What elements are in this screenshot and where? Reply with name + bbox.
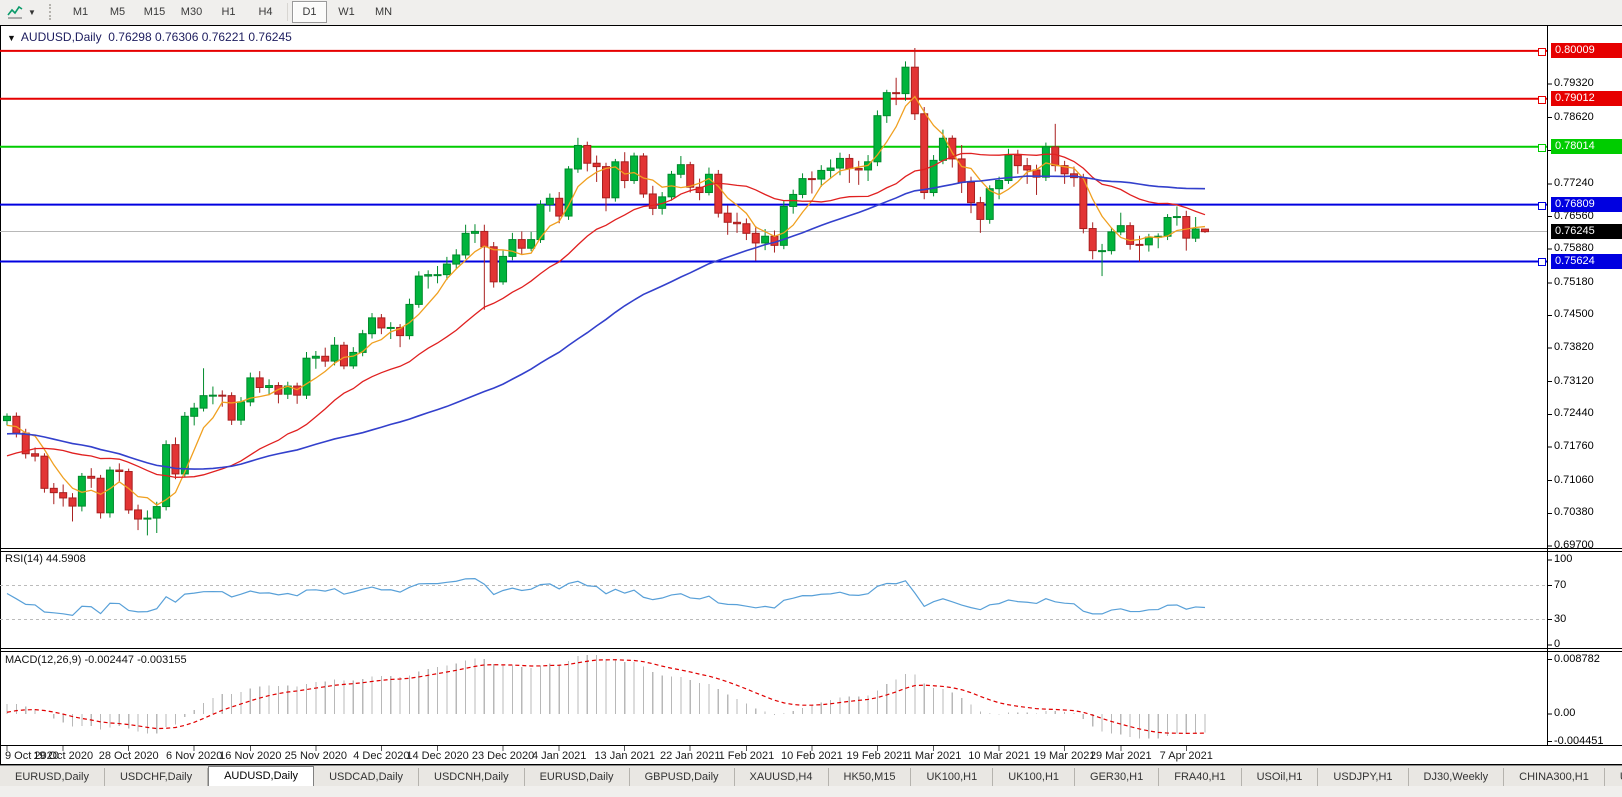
date-tick-label: 16 Nov 2020 [219, 750, 281, 762]
date-tick-label: 13 Jan 2021 [594, 750, 655, 762]
chart-tab-china300-h1[interactable]: CHINA300,H1 [1504, 768, 1605, 787]
chart-tab-ger30-h1[interactable]: GER30,H1 [1075, 768, 1159, 787]
chart-tab-dj30-weekly[interactable]: DJ30,Weekly [1409, 768, 1505, 787]
hline-price-badge[interactable]: 0.76809 [1551, 197, 1622, 212]
date-tick-label: 4 Dec 2020 [353, 750, 409, 762]
date-tick-label: 1 Feb 2021 [719, 750, 775, 762]
rsi-tick-label: 30 [1554, 613, 1566, 625]
price-tick-label: 0.74500 [1554, 308, 1594, 320]
date-tick-label: 10 Mar 2021 [968, 750, 1030, 762]
chart-tab-u[interactable]: U [1605, 768, 1622, 787]
price-tick-label: 0.70380 [1554, 506, 1594, 518]
date-tick-label: 7 Apr 2021 [1160, 750, 1213, 762]
chart-tab-uk100-h1[interactable]: UK100,H1 [911, 768, 993, 787]
chart-tab-eurusd-daily[interactable]: EURUSD,Daily [525, 768, 630, 787]
bottom-filler [0, 786, 1622, 797]
chart-tab-hk50-m15[interactable]: HK50,M15 [829, 768, 912, 787]
hline-price-badge[interactable]: 0.75624 [1551, 254, 1622, 269]
chart-tab-uk100-h1[interactable]: UK100,H1 [993, 768, 1075, 787]
date-tick-label: 19 Feb 2021 [847, 750, 909, 762]
price-tick-label: 0.73120 [1554, 375, 1594, 387]
price-tick-label: 0.77240 [1554, 177, 1594, 189]
chart-tab-eurusd-daily[interactable]: EURUSD,Daily [0, 768, 105, 787]
chart-tab-gbpusd-daily[interactable]: GBPUSD,Daily [630, 768, 735, 787]
hline-price-badge[interactable]: 0.78014 [1551, 139, 1622, 154]
chart-tab-usoil-h1[interactable]: USOil,H1 [1242, 768, 1319, 787]
chart-canvas[interactable] [0, 0, 1622, 797]
chart-tab-usdjpy-h1[interactable]: USDJPY,H1 [1318, 768, 1408, 787]
hline-anchor [1538, 144, 1546, 152]
chart-tab-bar: EURUSD,DailyUSDCHF,DailyAUDUSD,DailyUSDC… [0, 765, 1622, 787]
macd-indicator-label: MACD(12,26,9) -0.002447 -0.003155 [5, 654, 187, 666]
chart-tab-usdcnh-daily[interactable]: USDCNH,Daily [419, 768, 525, 787]
date-tick-label: 28 Oct 2020 [99, 750, 159, 762]
chart-ohlc-values: 0.76298 0.76306 0.76221 0.76245 [108, 30, 292, 44]
price-tick-label: 0.69700 [1554, 539, 1594, 551]
hline-anchor [1538, 258, 1546, 266]
price-tick-label: 0.79320 [1554, 77, 1594, 89]
price-tick-label: 0.75180 [1554, 276, 1594, 288]
date-tick-label: 23 Dec 2020 [472, 750, 534, 762]
macd-tick-label: 0.00 [1554, 707, 1575, 719]
date-tick-label: 14 Dec 2020 [406, 750, 468, 762]
hline-price-badge[interactable]: 0.80009 [1551, 43, 1622, 58]
date-tick-label: 19 Mar 2021 [1034, 750, 1096, 762]
date-tick-label: 29 Mar 2021 [1090, 750, 1152, 762]
price-tick-label: 0.75880 [1554, 242, 1594, 254]
chart-symbol-label: AUDUSD,Daily [21, 30, 102, 44]
hline-anchor [1538, 202, 1546, 210]
date-tick-label: 25 Nov 2020 [285, 750, 347, 762]
price-tick-label: 0.78620 [1554, 111, 1594, 123]
chart-tab-audusd-daily[interactable]: AUDUSD,Daily [208, 766, 314, 787]
chart-tab-xauusd-h4[interactable]: XAUUSD,H4 [735, 768, 829, 787]
date-tick-label: 22 Jan 2021 [660, 750, 721, 762]
chart-tab-usdcad-daily[interactable]: USDCAD,Daily [314, 768, 419, 787]
hline-anchor [1538, 96, 1546, 104]
rsi-tick-label: 0 [1554, 638, 1560, 650]
chart-tab-fra40-h1[interactable]: FRA40,H1 [1159, 768, 1241, 787]
rsi-tick-label: 100 [1554, 553, 1572, 565]
macd-tick-label: 0.008782 [1554, 653, 1600, 665]
hline-price-badge[interactable]: 0.79012 [1551, 91, 1622, 106]
price-tick-label: 0.73820 [1554, 341, 1594, 353]
date-tick-label: 19 Oct 2020 [33, 750, 93, 762]
date-tick-label: 6 Nov 2020 [166, 750, 222, 762]
chart-window[interactable]: ▼ AUDUSD,Daily 0.76298 0.76306 0.76221 0.… [0, 25, 1622, 765]
chart-title: ▼ AUDUSD,Daily 0.76298 0.76306 0.76221 0.… [7, 30, 292, 44]
price-tick-label: 0.72440 [1554, 407, 1594, 419]
date-tick-label: 4 Jan 2021 [532, 750, 586, 762]
collapse-arrow-icon: ▼ [7, 33, 16, 43]
date-tick-label: 1 Mar 2021 [906, 750, 962, 762]
price-tick-label: 0.71760 [1554, 440, 1594, 452]
rsi-indicator-label: RSI(14) 44.5908 [5, 553, 86, 565]
macd-tick-label: -0.004451 [1554, 735, 1604, 747]
date-tick-label: 10 Feb 2021 [781, 750, 843, 762]
chart-tab-usdchf-daily[interactable]: USDCHF,Daily [105, 768, 208, 787]
current-price-badge: 0.76245 [1551, 224, 1622, 239]
hline-anchor [1538, 48, 1546, 56]
price-tick-label: 0.71060 [1554, 474, 1594, 486]
rsi-tick-label: 70 [1554, 579, 1566, 591]
